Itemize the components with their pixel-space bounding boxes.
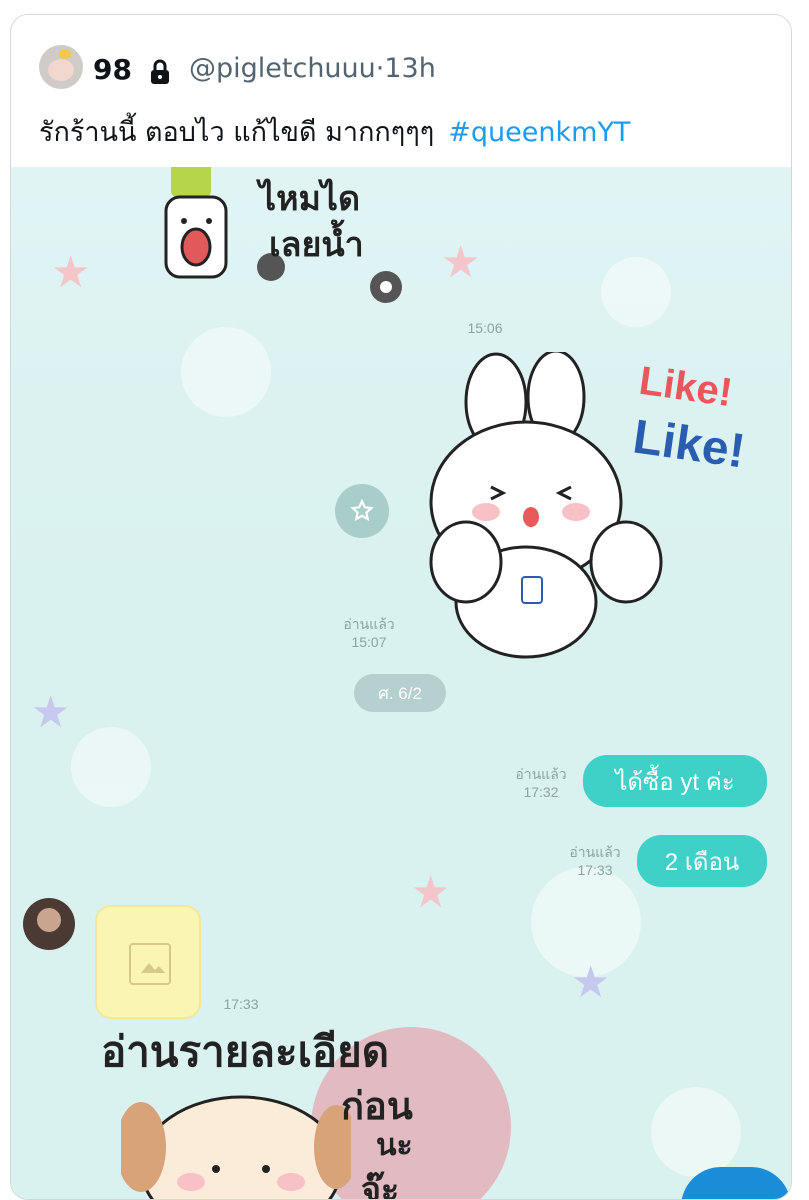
read-label: อ่านแล้ว bbox=[515, 766, 567, 782]
message-bubble[interactable]: 2 เดือน bbox=[637, 835, 767, 887]
avatar-crown bbox=[59, 49, 71, 59]
timestamp: 17:33 bbox=[223, 996, 259, 1012]
image-placeholder-icon bbox=[129, 943, 171, 985]
gear-sticker-icon bbox=[370, 271, 402, 303]
read-label: อ่านแล้ว bbox=[569, 844, 621, 860]
tweet-time[interactable]: 13h bbox=[384, 53, 435, 84]
tweet-text: รักร้านนี้ ตอบไว แก้ไขดี มากกๆๆๆ #queenkm… bbox=[39, 110, 630, 153]
starfish-decoration-icon: ★ bbox=[441, 237, 481, 288]
sticker-bottom-line4: จ๊ะ bbox=[361, 1170, 400, 1199]
tweet-body: รักร้านนี้ ตอบไว แก้ไขดี มากกๆๆๆ bbox=[39, 117, 435, 148]
user-avatar[interactable] bbox=[39, 45, 83, 89]
starfish-decoration-icon: ★ bbox=[51, 247, 91, 298]
hashtag-link[interactable]: #queenkmYT bbox=[448, 117, 630, 148]
date-separator: ศ. 6/2 bbox=[354, 674, 446, 712]
timestamp: 15:06 bbox=[467, 320, 503, 336]
bokeh bbox=[601, 257, 671, 327]
read-receipt: อ่านแล้ว 17:33 bbox=[555, 843, 635, 879]
timestamp: 15:07 bbox=[351, 634, 387, 650]
tweet-header: 98 @pigletchuuu·13h รักร้านนี้ ตอบไว แก้… bbox=[11, 15, 791, 167]
bokeh bbox=[71, 727, 151, 807]
bokeh bbox=[181, 327, 271, 417]
bokeh bbox=[651, 1087, 741, 1177]
user-handle[interactable]: @pigletchuuu bbox=[189, 53, 376, 84]
timestamp: 17:32 bbox=[523, 784, 559, 800]
starfish-decoration-icon: ★ bbox=[411, 867, 451, 918]
display-name[interactable]: 98 bbox=[93, 53, 132, 86]
contact-avatar[interactable] bbox=[23, 898, 75, 950]
read-receipt: อ่านแล้ว 15:07 bbox=[329, 615, 409, 651]
sticker-text-line2: เลยน้ำ bbox=[269, 225, 364, 265]
tweet-card[interactable]: 98 @pigletchuuu·13h รักร้านนี้ ตอบไว แก้… bbox=[10, 14, 792, 1200]
avatar-face bbox=[48, 59, 74, 81]
message-bubble[interactable]: ได้ซื้อ yt ค่ะ bbox=[583, 755, 767, 807]
lock-icon bbox=[151, 59, 169, 84]
puppy-sticker bbox=[121, 1095, 351, 1199]
image-message-bubble[interactable] bbox=[95, 905, 201, 1019]
star-keep-icon bbox=[350, 498, 374, 522]
read-label: อ่านแล้ว bbox=[343, 616, 395, 632]
avatar-head bbox=[37, 908, 61, 932]
keep-star-button[interactable] bbox=[335, 484, 389, 538]
read-receipt: อ่านแล้ว 17:32 bbox=[501, 765, 581, 801]
starfish-decoration-icon: ★ bbox=[571, 957, 611, 1008]
chat-screenshot-image[interactable]: ★ ★ ★ ★ ★ ไหมได เลยน้ำ 15:06 Like! Like!… bbox=[11, 167, 791, 1199]
handle-and-time: @pigletchuuu·13h bbox=[189, 53, 436, 84]
timestamp: 17:33 bbox=[577, 862, 613, 878]
starfish-decoration-icon: ★ bbox=[31, 687, 71, 738]
